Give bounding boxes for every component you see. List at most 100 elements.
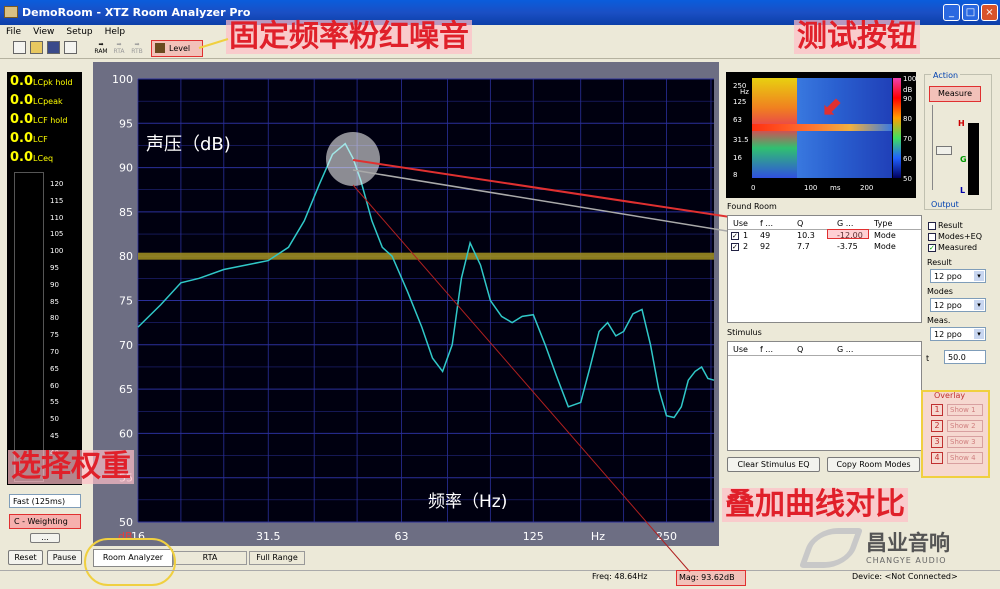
vu-tick-label: 75 bbox=[50, 331, 59, 340]
minimize-button[interactable]: _ bbox=[943, 4, 960, 21]
vu-tick-label: 85 bbox=[50, 297, 59, 306]
output-slider[interactable] bbox=[936, 146, 952, 155]
tab-full-range[interactable]: Full Range bbox=[249, 551, 305, 565]
row-checkbox[interactable]: ✓ bbox=[731, 232, 739, 240]
speed-select[interactable]: Fast (125ms) bbox=[9, 494, 81, 508]
spectrogram-y-tick: 63 bbox=[733, 116, 742, 124]
checkbox-label: Measured bbox=[938, 243, 978, 252]
meter-value: 0.0 bbox=[10, 112, 34, 127]
rtb-button[interactable]: ➡ RTB bbox=[129, 41, 145, 57]
reset-button[interactable]: Reset bbox=[8, 550, 43, 565]
meter-value: 0.0 bbox=[10, 131, 34, 146]
y-tick-label: 95 bbox=[119, 117, 133, 130]
app-icon bbox=[4, 6, 18, 18]
overlay-show-button[interactable]: Show 4 bbox=[947, 452, 983, 464]
stimulus-header: Q bbox=[797, 345, 804, 354]
overlay-number-button[interactable]: 2 bbox=[931, 420, 943, 432]
window-title: DemoRoom - XTZ Room Analyzer Pro bbox=[22, 6, 251, 19]
meter-readout: 0.0LCpeak bbox=[7, 91, 82, 110]
spectrogram-color-scale bbox=[893, 78, 901, 178]
select-value: 12 ppo bbox=[934, 330, 962, 339]
open-folder-icon[interactable] bbox=[30, 41, 43, 54]
checkbox-modeseq[interactable]: Modes+EQ bbox=[928, 232, 982, 241]
ram-button[interactable]: ➡ RAM bbox=[93, 41, 109, 57]
overlay-number: 3 bbox=[934, 437, 940, 446]
response-chart[interactable]: 10095908580757065605550dB1631.563125Hz25… bbox=[93, 62, 719, 546]
spectrogram-y-tick: 8 bbox=[733, 171, 738, 179]
pause-button[interactable]: Pause bbox=[47, 550, 82, 565]
output-label: Output bbox=[931, 200, 959, 209]
more-button[interactable]: ... bbox=[30, 533, 60, 543]
found-room-header: Q bbox=[797, 219, 804, 228]
select-label: Result bbox=[927, 258, 952, 267]
select-value: 12 ppo bbox=[934, 272, 962, 281]
found-room-cell: Mode bbox=[874, 242, 896, 251]
clear-stimulus-button[interactable]: Clear Stimulus EQ bbox=[727, 457, 820, 472]
maximize-button[interactable]: □ bbox=[962, 4, 979, 21]
save-icon[interactable] bbox=[47, 41, 60, 54]
measure-button[interactable]: Measure bbox=[929, 86, 981, 102]
status-freq: Freq: 48.64Hz bbox=[592, 572, 648, 581]
overlay-show-label: Show 3 bbox=[950, 438, 976, 446]
close-button[interactable]: × bbox=[981, 4, 998, 21]
spectrogram-x-tick: 100 bbox=[804, 184, 818, 192]
found-room-header: Type bbox=[874, 219, 893, 228]
x-tick-label: Hz bbox=[591, 530, 605, 543]
y-axis-label: 声压（dB) bbox=[146, 134, 231, 155]
meter-label: LCF bbox=[33, 135, 48, 144]
checkbox-result[interactable]: Result bbox=[928, 221, 963, 230]
status-device: Device: <Not Connected> bbox=[852, 572, 958, 581]
checkbox-measured[interactable]: ✓ Measured bbox=[928, 243, 977, 252]
menu-help[interactable]: Help bbox=[105, 27, 126, 37]
checkbox-box[interactable]: ✓ bbox=[928, 243, 936, 252]
spectrogram-y-tick: 125 bbox=[733, 98, 747, 106]
stimulus-header: f ... bbox=[760, 345, 773, 354]
ppo-select[interactable]: 12 ppo ▾ bbox=[930, 327, 986, 341]
stimulus-header: Use bbox=[733, 345, 748, 354]
y-tick-label: 100 bbox=[112, 73, 133, 86]
overlay-number-button[interactable]: 1 bbox=[931, 404, 943, 416]
print-icon[interactable] bbox=[64, 41, 77, 54]
vu-tick-label: 95 bbox=[50, 264, 59, 272]
spectrogram-scale-tick: 90 bbox=[903, 95, 912, 103]
found-room-cell: 7.7 bbox=[797, 242, 810, 251]
overlay-number-button[interactable]: 4 bbox=[931, 452, 943, 464]
spectrogram-y-tick: 31.5 bbox=[733, 136, 749, 144]
vu-tick-label: 115 bbox=[50, 196, 64, 205]
copy-room-modes-button[interactable]: Copy Room Modes bbox=[827, 457, 920, 472]
found-room-header: f ... bbox=[760, 219, 773, 228]
peak-highlight-circle bbox=[326, 132, 380, 186]
checkbox-box[interactable] bbox=[928, 232, 936, 241]
tab-rta[interactable]: RTA bbox=[173, 551, 247, 565]
overlay-number: 2 bbox=[934, 421, 940, 430]
found-room-header: Use bbox=[733, 219, 748, 228]
arrow-icon: ⬋ bbox=[822, 91, 844, 121]
overlay-show-button[interactable]: Show 3 bbox=[947, 436, 983, 448]
menu-file[interactable]: File bbox=[6, 27, 21, 37]
checkbox-label: Modes+EQ bbox=[938, 232, 983, 241]
overlay-show-button[interactable]: Show 1 bbox=[947, 404, 983, 416]
meter-readout: 0.0LCF bbox=[7, 129, 82, 148]
overlay-show-button[interactable]: Show 2 bbox=[947, 420, 983, 432]
select-label: Modes bbox=[927, 287, 953, 296]
found-room-cell: 1 bbox=[743, 231, 749, 240]
found-room-cell: 49 bbox=[760, 231, 771, 240]
checkbox-box[interactable] bbox=[928, 221, 936, 230]
chevron-down-icon: ▾ bbox=[974, 271, 984, 281]
found-room-header: G ... bbox=[837, 219, 854, 228]
t-input[interactable]: 50.0 bbox=[944, 350, 986, 364]
ppo-select[interactable]: 12 ppo ▾ bbox=[930, 269, 986, 283]
rta-button[interactable]: ➡ RTA bbox=[111, 41, 127, 57]
h-label: H bbox=[958, 119, 965, 128]
overlay-number-button[interactable]: 3 bbox=[931, 436, 943, 448]
menu-view[interactable]: View bbox=[33, 27, 54, 37]
new-icon[interactable] bbox=[13, 41, 26, 54]
menu-setup[interactable]: Setup bbox=[66, 27, 92, 37]
weighting-select[interactable]: C - Weighting bbox=[9, 514, 81, 529]
ppo-select[interactable]: 12 ppo ▾ bbox=[930, 298, 986, 312]
vu-tick-label: 90 bbox=[50, 280, 59, 289]
row-checkbox[interactable]: ✓ bbox=[731, 243, 739, 251]
spectrogram-x-tick: 0 bbox=[751, 184, 756, 192]
brand-name-en: CHANGYE AUDIO bbox=[866, 556, 947, 565]
y-tick-label: 70 bbox=[119, 339, 133, 352]
